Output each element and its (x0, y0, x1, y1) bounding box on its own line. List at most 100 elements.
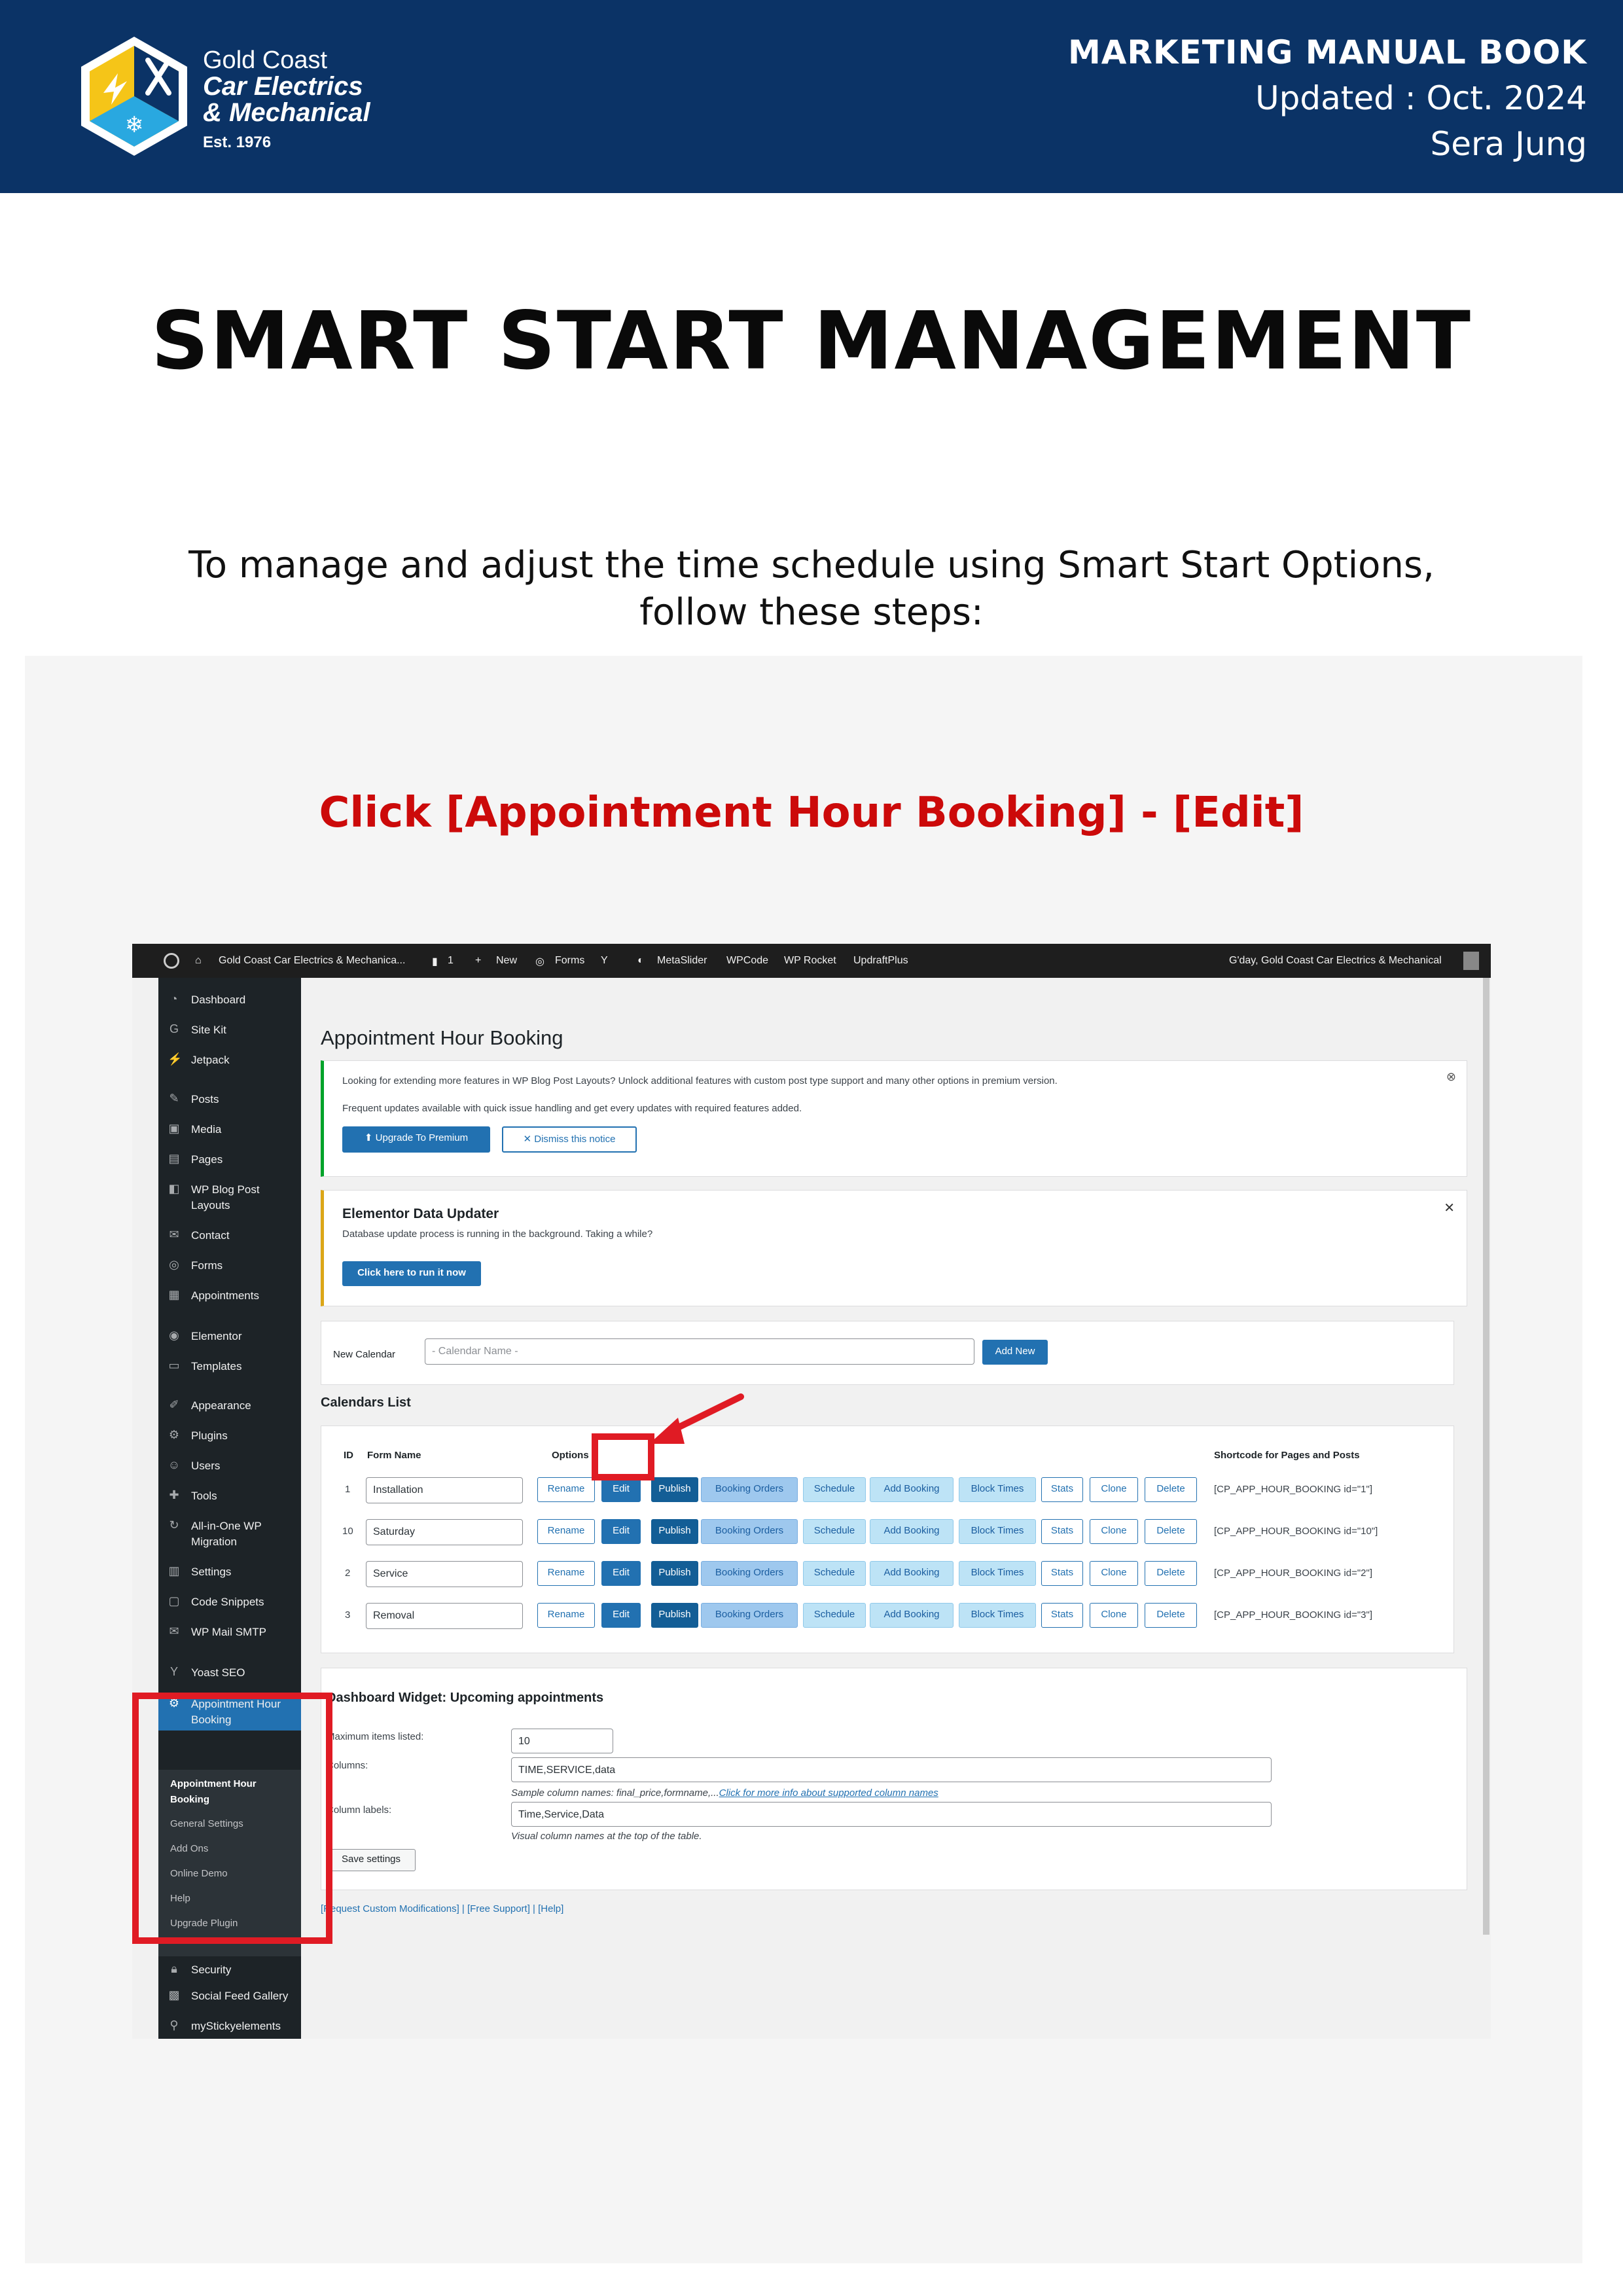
booking-orders-button[interactable]: Booking Orders (701, 1603, 798, 1628)
stats-button[interactable]: Stats (1041, 1603, 1083, 1628)
booking-orders-button[interactable]: Booking Orders (701, 1561, 798, 1586)
sidebar-item-contact[interactable]: ✉ Contact (158, 1227, 301, 1255)
booking-orders-button[interactable]: Booking Orders (701, 1519, 798, 1544)
block-times-button[interactable]: Block Times (959, 1519, 1036, 1544)
stats-button[interactable]: Stats (1041, 1561, 1083, 1586)
sidebar-item-pages[interactable]: ▤ Pages (158, 1151, 301, 1179)
sidebar-item-security[interactable]: 🔒︎ Security (158, 1961, 301, 1990)
schedule-button[interactable]: Schedule (803, 1603, 866, 1628)
notice-close-icon[interactable]: ⊗ (1446, 1070, 1456, 1084)
rename-button[interactable]: Rename (537, 1519, 595, 1544)
avatar[interactable] (1463, 952, 1479, 970)
schedule-button[interactable]: Schedule (803, 1561, 866, 1586)
stats-button[interactable]: Stats (1041, 1477, 1083, 1502)
save-settings-button[interactable]: Save settings (327, 1849, 416, 1871)
sidebar-item-plugins[interactable]: ⚙ Plugins (158, 1427, 301, 1456)
sidebar-item-elementor[interactable]: ◉ Elementor (158, 1327, 301, 1356)
add-new-calendar-button[interactable]: Add New (982, 1340, 1048, 1365)
edit-button[interactable]: Edit (601, 1561, 641, 1586)
sidebar-item-users[interactable]: ☺ Users (158, 1457, 301, 1486)
step-instruction: Click [Appointment Hour Booking] - [Edit… (319, 789, 1304, 837)
doc-title: MARKETING MANUAL BOOK (1067, 33, 1587, 71)
rename-button[interactable]: Rename (537, 1561, 595, 1586)
add-booking-button[interactable]: Add Booking (870, 1519, 954, 1544)
clone-button[interactable]: Clone (1090, 1519, 1138, 1544)
delete-button[interactable]: Delete (1145, 1519, 1197, 1544)
run-updater-button[interactable]: Click here to run it now (342, 1261, 481, 1286)
sidebar-item-smtp[interactable]: ✉ WP Mail SMTP (158, 1623, 301, 1652)
add-booking-button[interactable]: Add Booking (870, 1561, 954, 1586)
updated-date: Updated : Oct. 2024 (1255, 79, 1587, 117)
publish-button[interactable]: Publish (651, 1561, 698, 1586)
max-items-input[interactable]: 10 (511, 1729, 613, 1753)
calendar-name-input[interactable]: - Calendar Name - (425, 1338, 974, 1365)
stats-button[interactable]: Stats (1041, 1519, 1083, 1544)
column-labels-input[interactable]: Time,Service,Data (511, 1802, 1272, 1827)
sidebar-item-migration[interactable]: ↻ All-in-One WP Migration (158, 1517, 301, 1556)
adminbar-forms[interactable]: Forms (555, 955, 584, 967)
booking-orders-button[interactable]: Booking Orders (701, 1477, 798, 1502)
sidebar-item-label: Social Feed Gallery (191, 1990, 289, 2002)
publish-button[interactable]: Publish (651, 1519, 698, 1544)
adminbar-new[interactable]: New (496, 955, 517, 967)
publish-button[interactable]: Publish (651, 1477, 698, 1502)
delete-button[interactable]: Delete (1145, 1603, 1197, 1628)
sidebar-item-media[interactable]: ▣ Media (158, 1121, 301, 1149)
plus-icon: + (475, 955, 482, 966)
sidebar-item-appearance[interactable]: ✐ Appearance (158, 1397, 301, 1426)
edit-button[interactable]: Edit (601, 1519, 641, 1544)
sidebar-item-templates[interactable]: ▭ Templates (158, 1357, 301, 1386)
upgrade-premium-button[interactable]: ⬆ Upgrade To Premium (342, 1126, 490, 1153)
columns-info-link[interactable]: Click for more info about supported colu… (719, 1787, 938, 1799)
add-booking-button[interactable]: Add Booking (870, 1603, 954, 1628)
dismiss-notice-button[interactable]: ✕ Dismiss this notice (502, 1126, 637, 1153)
sidebar-item-jetpack[interactable]: ⚡ Jetpack (158, 1051, 301, 1080)
sidebar-item-label: Users (191, 1460, 221, 1472)
footer-links[interactable]: [Request Custom Modifications] | [Free S… (321, 1903, 563, 1914)
sidebar-item-posts[interactable]: ✎ Posts (158, 1090, 301, 1119)
rename-button[interactable]: Rename (537, 1603, 595, 1628)
clone-button[interactable]: Clone (1090, 1561, 1138, 1586)
delete-button[interactable]: Delete (1145, 1477, 1197, 1502)
add-booking-button[interactable]: Add Booking (870, 1477, 954, 1502)
sidebar-item-settings[interactable]: ▥ Settings (158, 1563, 301, 1592)
sidebar-item-dashboard[interactable]: ◔ Dashboard (158, 991, 301, 1020)
adminbar-wpcode[interactable]: WPCode (726, 955, 768, 967)
delete-button[interactable]: Delete (1145, 1561, 1197, 1586)
edit-button[interactable]: Edit (601, 1477, 641, 1502)
sidebar-item-label: All-in-One WP Migration (191, 1520, 262, 1548)
form-name-field[interactable]: Installation (366, 1477, 523, 1503)
scrollbar[interactable] (1483, 978, 1489, 1935)
sidebar-item-forms[interactable]: ◎ Forms (158, 1257, 301, 1285)
sidebar-item-sitekit[interactable]: G Site Kit (158, 1021, 301, 1050)
clone-button[interactable]: Clone (1090, 1477, 1138, 1502)
block-times-button[interactable]: Block Times (959, 1603, 1036, 1628)
sidebar-item-tools[interactable]: ✚ Tools (158, 1487, 301, 1516)
adminbar-updraft[interactable]: UpdraftPlus (853, 955, 908, 967)
schedule-button[interactable]: Schedule (803, 1477, 866, 1502)
adminbar-metaslider[interactable]: MetaSlider (657, 955, 707, 967)
form-name-field[interactable]: Removal (366, 1603, 523, 1629)
edit-button[interactable]: Edit (601, 1603, 641, 1628)
adminbar-site[interactable]: Gold Coast Car Electrics & Mechanica... (219, 955, 405, 967)
sidebar-item-appointments[interactable]: ▦ Appointments (158, 1287, 301, 1316)
block-times-button[interactable]: Block Times (959, 1477, 1036, 1502)
sidebar-item-stickyelements[interactable]: ⚲ myStickyelements (158, 2017, 301, 2039)
notice2-close-icon[interactable]: ✕ (1444, 1200, 1455, 1216)
adminbar-wprocket[interactable]: WP Rocket (784, 955, 836, 967)
adminbar-greeting[interactable]: G'day, Gold Coast Car Electrics & Mechan… (1229, 955, 1442, 967)
sidebar-item-code-snippets[interactable]: ▢ Code Snippets (158, 1593, 301, 1622)
sidebar-item-yoast[interactable]: Y Yoast SEO (158, 1664, 301, 1693)
block-times-button[interactable]: Block Times (959, 1561, 1036, 1586)
columns-input[interactable]: TIME,SERVICE,data (511, 1757, 1272, 1782)
sidebar-item-social-feed[interactable]: ▩ Social Feed Gallery (158, 1987, 301, 2016)
clone-button[interactable]: Clone (1090, 1603, 1138, 1628)
publish-button[interactable]: Publish (651, 1603, 698, 1628)
sidebar-item-blog-layouts[interactable]: ◧ WP Blog Post Layouts (158, 1181, 301, 1220)
adminbar-comments[interactable]: 1 (448, 955, 454, 967)
rename-button[interactable]: Rename (537, 1477, 595, 1502)
wordpress-icon[interactable] (164, 953, 179, 969)
schedule-button[interactable]: Schedule (803, 1519, 866, 1544)
form-name-field[interactable]: Saturday (366, 1519, 523, 1545)
form-name-field[interactable]: Service (366, 1561, 523, 1587)
